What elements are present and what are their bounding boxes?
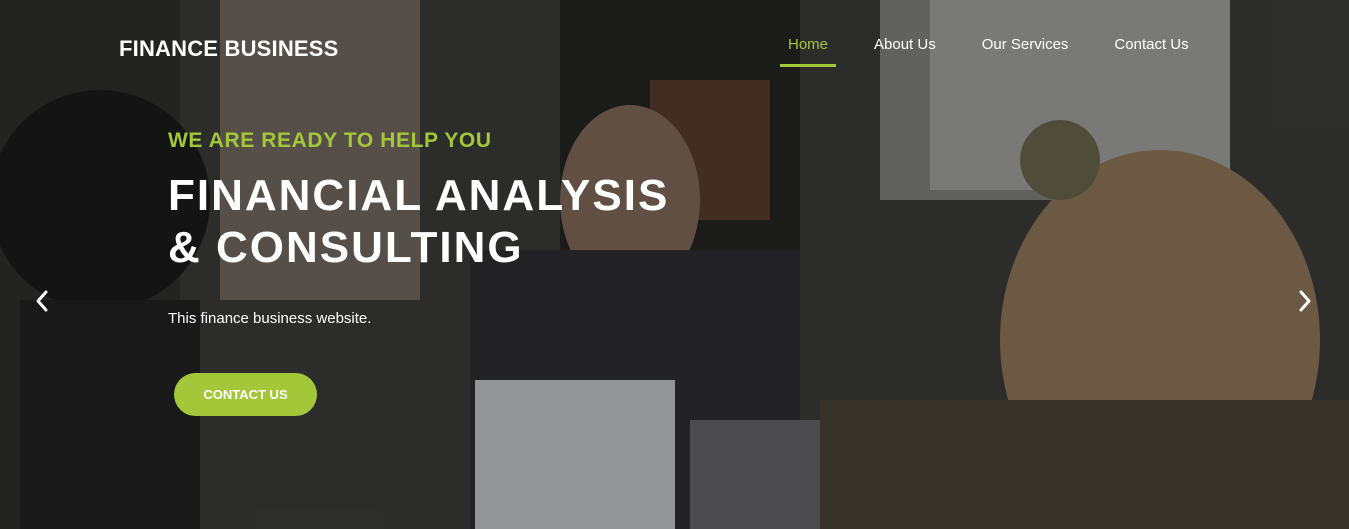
- hero-description: This finance business website.: [168, 310, 372, 327]
- contact-us-button[interactable]: CONTACT US: [174, 373, 317, 416]
- nav-item-our-services[interactable]: Our Services: [974, 34, 1077, 67]
- carousel-next-button[interactable]: [1293, 288, 1317, 314]
- brand-logo[interactable]: FINANCE BUSINESS: [119, 36, 339, 62]
- hero-headline-line1: FINANCIAL ANALYSIS: [168, 171, 670, 220]
- nav-item-contact-us[interactable]: Contact Us: [1106, 34, 1196, 67]
- nav-item-about-us[interactable]: About Us: [866, 34, 944, 67]
- carousel-prev-button[interactable]: [30, 288, 54, 314]
- hero-kicker: WE ARE READY TO HELP YOU: [168, 129, 492, 152]
- hero-headline-line2: & CONSULTING: [168, 223, 524, 272]
- hero-headline: FINANCIAL ANALYSIS & CONSULTING: [168, 170, 669, 274]
- hero-slider: FINANCE BUSINESS Home About Us Our Servi…: [0, 0, 1349, 529]
- chevron-right-icon: [1299, 290, 1311, 312]
- main-nav: Home About Us Our Services Contact Us: [780, 34, 1227, 67]
- nav-item-home[interactable]: Home: [780, 34, 837, 67]
- chevron-left-icon: [36, 290, 48, 312]
